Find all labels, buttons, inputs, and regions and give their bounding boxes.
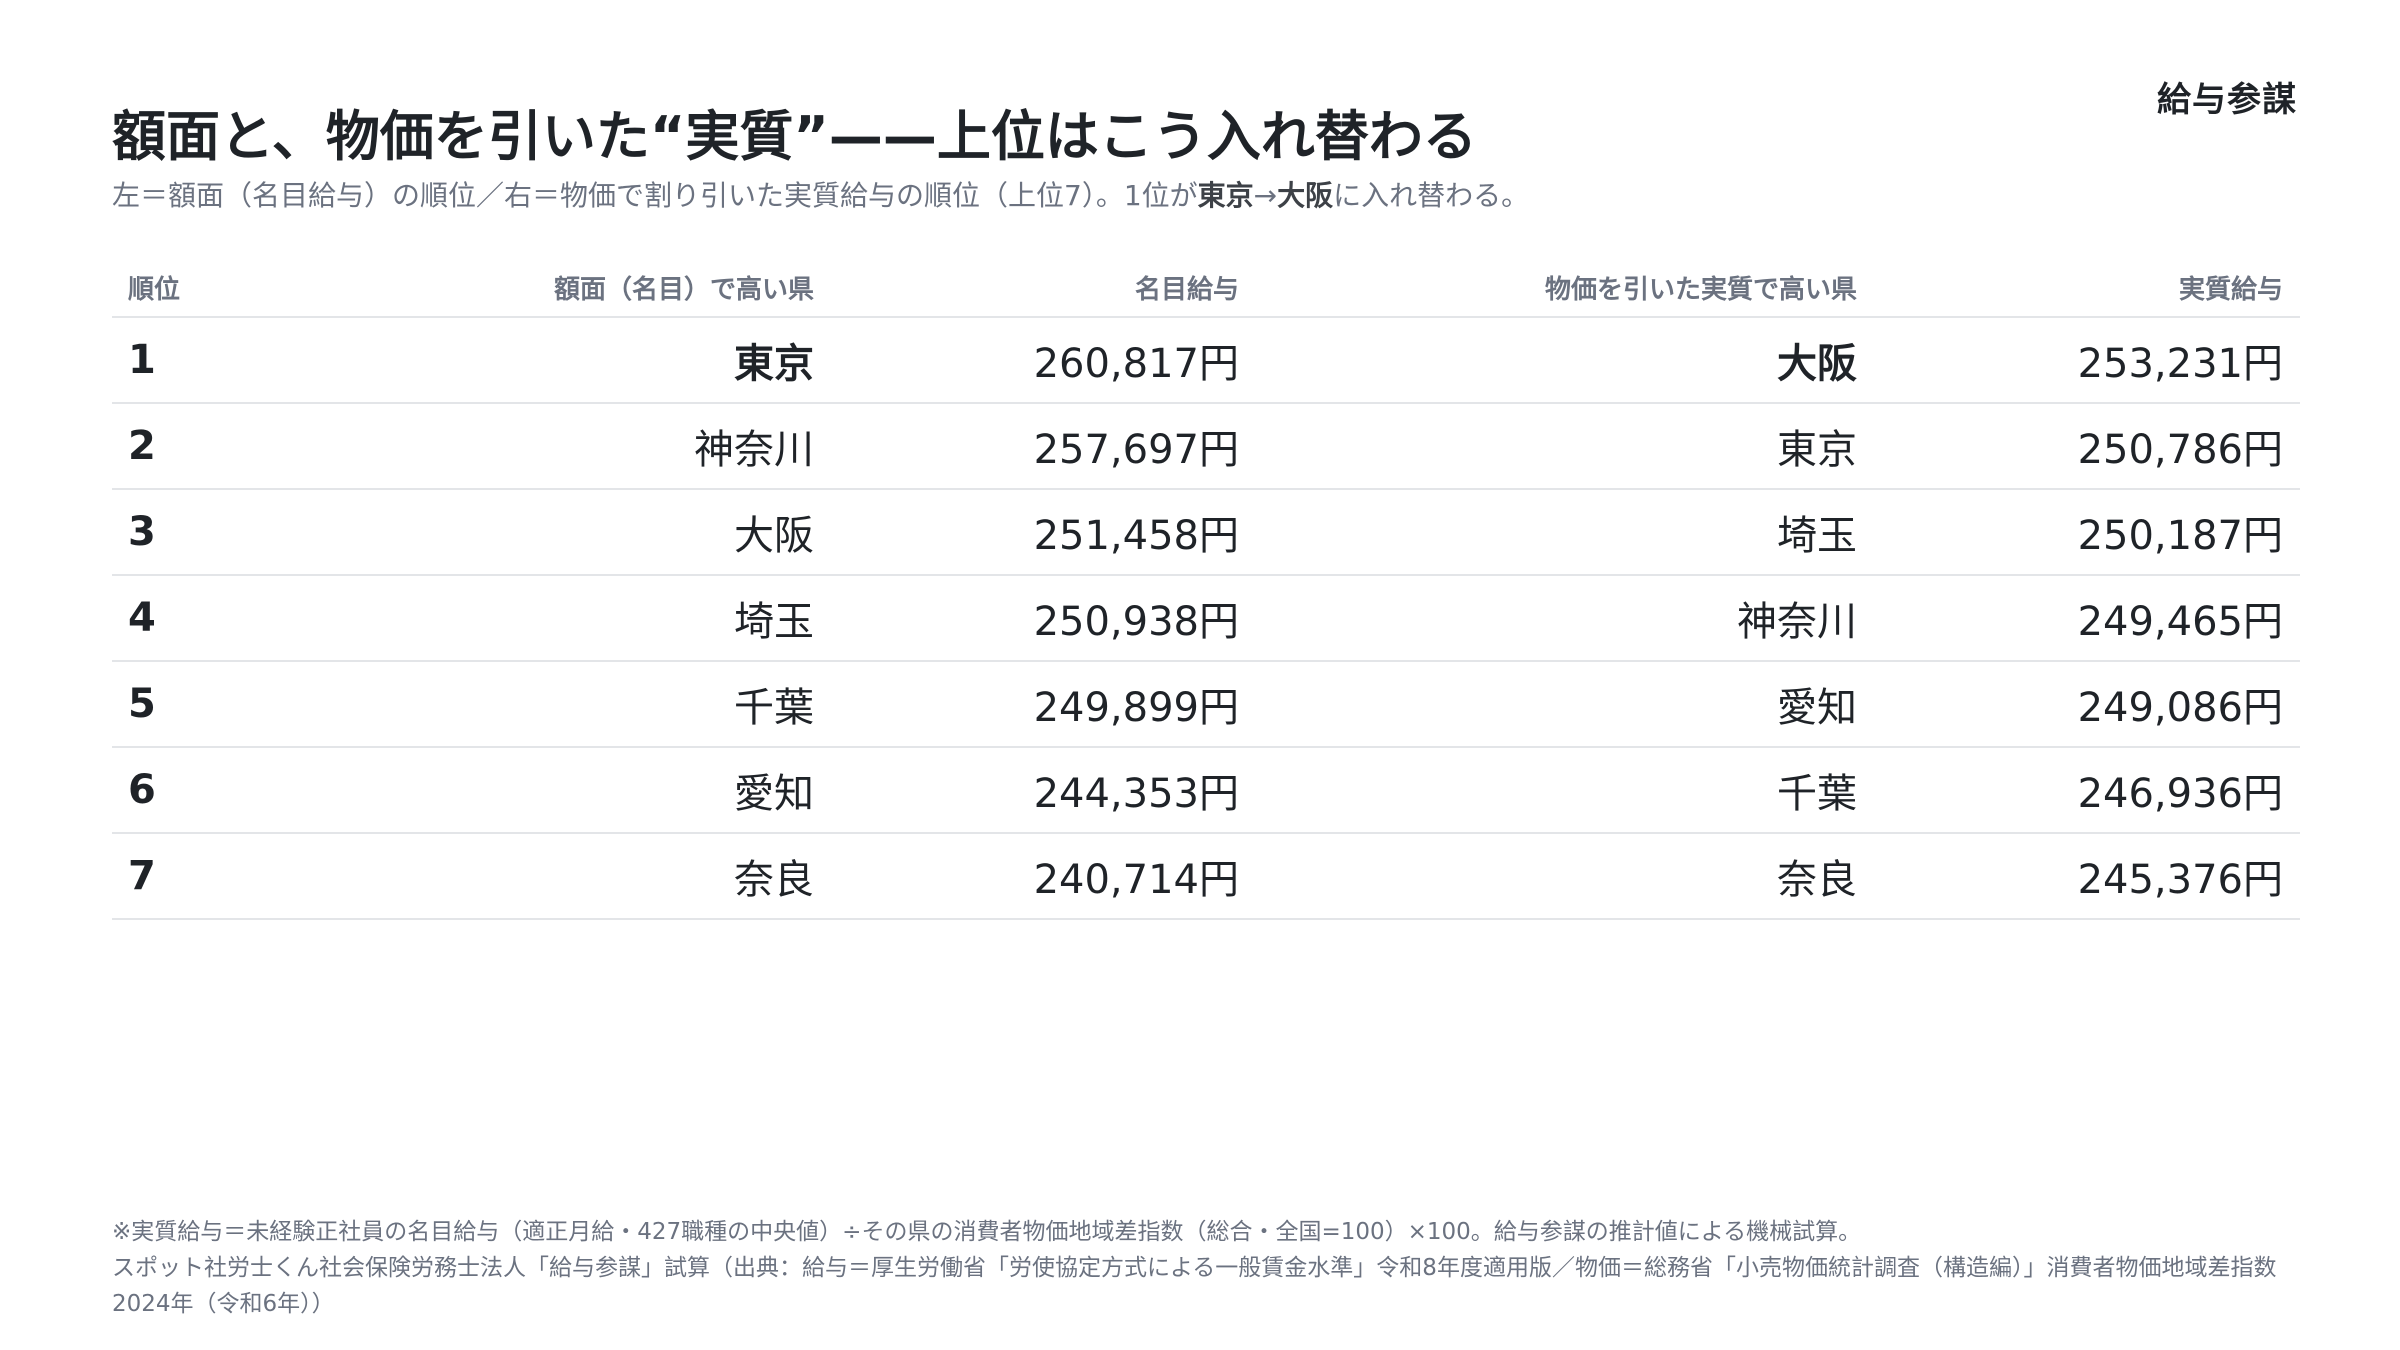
real-salary-cell: 246,936円: [2077, 771, 2283, 817]
ranking-table: 順位 額面（名目）で高い県 名目給与 物価を引いた実質で高い県 実質給与 1 東…: [112, 258, 2300, 920]
page-subtitle: 左＝額面（名目給与）の順位／右＝物価で割り引いた実質給与の順位（上位7）。1位が…: [112, 174, 1529, 214]
table-row: 4 埼玉 250,938円 神奈川 249,465円: [112, 576, 2300, 662]
real-salary-cell: 249,086円: [2077, 685, 2283, 731]
rank-cell: 1: [128, 337, 156, 383]
real-prefecture-cell: 愛知: [1777, 685, 1857, 731]
rank-cell: 6: [128, 767, 156, 813]
rank-cell: 4: [128, 595, 156, 641]
subtitle-arrow: →: [1253, 179, 1278, 212]
rank-cell: 5: [128, 681, 156, 727]
table-row: 1 東京 260,817円 大阪 253,231円: [112, 318, 2300, 404]
nominal-prefecture-cell: 東京: [734, 341, 814, 387]
real-prefecture-cell: 奈良: [1777, 857, 1857, 903]
real-prefecture-cell: 千葉: [1777, 771, 1857, 817]
nominal-salary-cell: 244,353円: [1033, 771, 1239, 817]
real-salary-cell: 249,465円: [2077, 599, 2283, 645]
subtitle-text-part2: に入れ替わる。: [1333, 179, 1530, 212]
footnote-line: ※実質給与＝未経験正社員の名目給与（適正月給・427職種の中央値）÷その県の消費…: [112, 1219, 1862, 1245]
nominal-prefecture-cell: 埼玉: [734, 599, 814, 645]
real-prefecture-cell: 埼玉: [1777, 513, 1857, 559]
table-row: 5 千葉 249,899円 愛知 249,086円: [112, 662, 2300, 748]
nominal-prefecture-cell: 奈良: [734, 857, 814, 903]
subtitle-to: 大阪: [1277, 179, 1334, 212]
nominal-salary-cell: 260,817円: [1033, 341, 1239, 387]
header-real-salary: 実質給与: [2178, 274, 2283, 305]
subtitle-text-part1: 左＝額面（名目給与）の順位／右＝物価で割り引いた実質給与の順位（上位7）。1位が: [112, 179, 1198, 212]
nominal-prefecture-cell: 千葉: [734, 685, 814, 731]
nominal-salary-cell: 240,714円: [1033, 857, 1239, 903]
real-salary-cell: 245,376円: [2077, 857, 2283, 903]
footnote-line: 2024年（令和6年））: [112, 1291, 335, 1317]
real-salary-cell: 250,187円: [2077, 513, 2283, 559]
table-row: 6 愛知 244,353円 千葉 246,936円: [112, 748, 2300, 834]
header-nominal-prefecture: 額面（名目）で高い県: [553, 274, 814, 305]
nominal-salary-cell: 249,899円: [1033, 685, 1239, 731]
nominal-salary-cell: 257,697円: [1033, 427, 1239, 473]
real-prefecture-cell: 東京: [1777, 427, 1857, 473]
nominal-prefecture-cell: 愛知: [734, 771, 814, 817]
nominal-prefecture-cell: 神奈川: [694, 427, 814, 473]
table-row: 3 大阪 251,458円 埼玉 250,187円: [112, 490, 2300, 576]
table-header-row: 順位 額面（名目）で高い県 名目給与 物価を引いた実質で高い県 実質給与: [112, 258, 2300, 318]
nominal-salary-cell: 251,458円: [1033, 513, 1239, 559]
page-title: 額面と、物価を引いた“実質”——上位はこう入れ替わる: [112, 105, 1477, 168]
rank-cell: 7: [128, 853, 156, 899]
subtitle-from: 東京: [1197, 179, 1254, 212]
rank-cell: 3: [128, 509, 156, 555]
real-prefecture-cell: 神奈川: [1737, 599, 1857, 645]
rank-cell: 2: [128, 423, 156, 469]
nominal-salary-cell: 250,938円: [1033, 599, 1239, 645]
real-salary-cell: 253,231円: [2077, 341, 2283, 387]
table-row: 7 奈良 240,714円 奈良 245,376円: [112, 834, 2300, 920]
real-salary-cell: 250,786円: [2077, 427, 2283, 473]
table-row: 2 神奈川 257,697円 東京 250,786円: [112, 404, 2300, 490]
real-prefecture-cell: 大阪: [1777, 341, 1857, 387]
footnote: ※実質給与＝未経験正社員の名目給与（適正月給・427職種の中央値）÷その県の消費…: [112, 1214, 2312, 1322]
brand-logo-text: 給与参謀: [2157, 80, 2297, 120]
header-rank: 順位: [128, 274, 181, 305]
header-nominal-salary: 名目給与: [1134, 274, 1239, 305]
footnote-line: スポット社労士くん社会保険労務士法人「給与参謀」試算（出典：給与＝厚生労働省「労…: [112, 1255, 2277, 1281]
nominal-prefecture-cell: 大阪: [734, 513, 814, 559]
header-real-prefecture: 物価を引いた実質で高い県: [1544, 274, 1857, 305]
